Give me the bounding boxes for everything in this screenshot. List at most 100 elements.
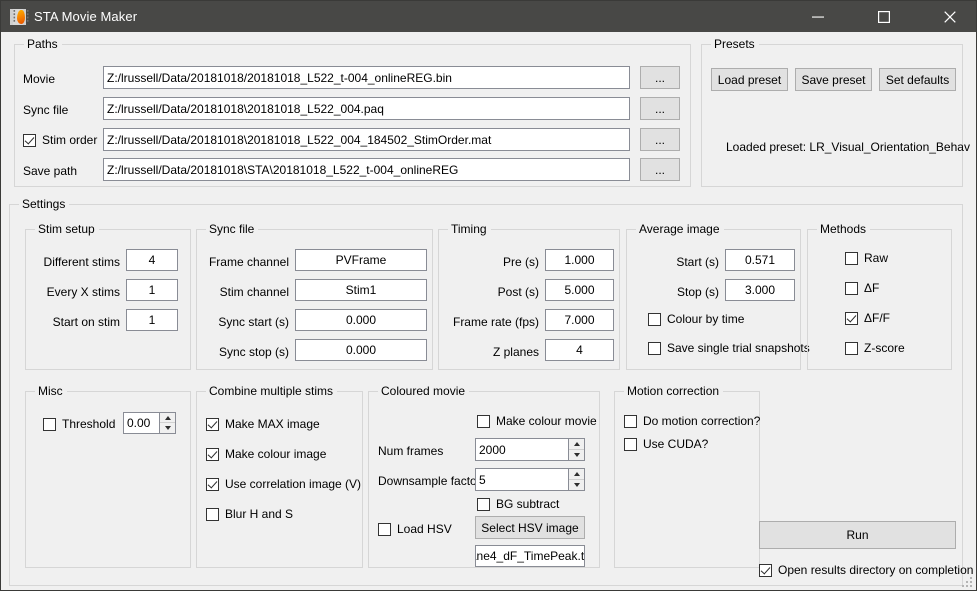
use-cuda-checkbox[interactable]: Use CUDA? xyxy=(624,437,708,451)
spin-up-icon[interactable] xyxy=(569,469,584,480)
motion-correction-group-title: Motion correction xyxy=(624,384,724,398)
threshold-value[interactable]: 0.00 xyxy=(124,413,159,433)
sync-stop-input[interactable]: 0.000 xyxy=(295,339,427,361)
save-single-trial-snapshots-label: Save single trial snapshots xyxy=(667,341,810,355)
avg-stop-input[interactable]: 3.000 xyxy=(725,279,795,301)
checkbox-box xyxy=(648,341,661,355)
method-dff-checkbox[interactable]: ΔF/F xyxy=(845,311,890,325)
sync-start-input[interactable]: 0.000 xyxy=(295,309,427,331)
bg-subtract-label: BG subtract xyxy=(496,497,560,511)
spin-down-icon[interactable] xyxy=(160,423,175,433)
bg-subtract-checkbox[interactable]: BG subtract xyxy=(477,497,559,511)
checkbox-box xyxy=(206,447,219,461)
downsample-factor-spinner[interactable]: 5 xyxy=(475,468,585,491)
stim-order-checkbox[interactable]: Stim order xyxy=(23,133,97,147)
num-frames-spinner[interactable]: 2000 xyxy=(475,438,585,461)
sync-file-path-input[interactable]: Z:/lrussell/Data/20181018\20181018_L522_… xyxy=(103,97,630,120)
methods-group-title: Methods xyxy=(817,222,871,236)
downsample-spin-buttons[interactable] xyxy=(568,469,584,490)
minimize-button[interactable] xyxy=(795,1,840,32)
movie-browse-button[interactable]: ... xyxy=(640,66,680,89)
sync-stop-label: Sync stop (s) xyxy=(218,345,289,359)
post-seconds-input[interactable]: 5.000 xyxy=(545,279,614,301)
stim-channel-label: Stim channel xyxy=(219,285,289,299)
set-defaults-button[interactable]: Set defaults xyxy=(879,68,956,91)
load-preset-button[interactable]: Load preset xyxy=(711,68,788,91)
spin-up-icon[interactable] xyxy=(569,439,584,450)
select-hsv-image-button[interactable]: Select HSV image xyxy=(475,516,585,539)
checkbox-box xyxy=(845,251,858,265)
timing-group-title: Timing xyxy=(448,222,491,236)
start-on-stim-input[interactable]: 1 xyxy=(126,309,178,331)
num-frames-value[interactable]: 2000 xyxy=(476,439,568,460)
frame-channel-label: Frame channel xyxy=(208,255,289,269)
frame-rate-input[interactable]: 7.000 xyxy=(545,309,614,331)
sync-file-browse-button[interactable]: ... xyxy=(640,97,680,120)
open-results-directory-checkbox[interactable]: Open results directory on completion xyxy=(759,563,973,577)
make-max-image-checkbox[interactable]: Make MAX image xyxy=(206,417,320,431)
threshold-spinner[interactable]: 0.00 xyxy=(123,412,176,434)
pre-seconds-input[interactable]: 1.000 xyxy=(545,249,614,271)
movie-label: Movie xyxy=(23,72,56,86)
sync-file-group-title: Sync file xyxy=(206,222,259,236)
movie-path-input[interactable]: Z:/lrussell/Data/20181018/20181018_L522_… xyxy=(103,66,630,89)
checkbox-box xyxy=(206,477,219,491)
maximize-button[interactable] xyxy=(861,1,906,32)
misc-group-title: Misc xyxy=(35,384,67,398)
stim-setup-group-title: Stim setup xyxy=(35,222,99,236)
window-title: STA Movie Maker xyxy=(34,9,138,24)
paths-group: Paths Movie Z:/lrussell/Data/20181018/20… xyxy=(14,37,691,187)
save-path-label: Save path xyxy=(23,164,78,178)
checkbox-box xyxy=(648,312,661,326)
z-planes-input[interactable]: 4 xyxy=(545,339,614,361)
loaded-preset-text: Loaded preset: LR_Visual_Orientation_Beh… xyxy=(726,140,970,154)
num-frames-spin-buttons[interactable] xyxy=(568,439,584,460)
checkbox-box xyxy=(206,417,219,431)
resize-grip[interactable] xyxy=(960,575,972,587)
colour-by-time-checkbox[interactable]: Colour by time xyxy=(648,312,744,326)
downsample-factor-value[interactable]: 5 xyxy=(476,469,568,490)
save-single-trial-snapshots-checkbox[interactable]: Save single trial snapshots xyxy=(648,341,810,355)
spin-down-icon[interactable] xyxy=(569,479,584,490)
frame-channel-input[interactable]: PVFrame xyxy=(295,249,427,271)
checkbox-box xyxy=(759,563,772,577)
load-hsv-checkbox[interactable]: Load HSV xyxy=(378,522,452,536)
stim-order-path-input[interactable]: Z:/lrussell/Data/20181018\20181018_L522_… xyxy=(103,128,630,151)
every-x-stims-label: Every X stims xyxy=(46,285,120,299)
pre-seconds-label: Pre (s) xyxy=(503,255,539,269)
avg-start-input[interactable]: 0.571 xyxy=(725,249,795,271)
do-motion-correction-checkbox[interactable]: Do motion correction? xyxy=(624,414,760,428)
hsv-image-path-input[interactable]: ane4_dF_TimePeak.tif xyxy=(475,545,585,567)
make-colour-movie-checkbox[interactable]: Make colour movie xyxy=(477,414,597,428)
make-colour-image-checkbox[interactable]: Make colour image xyxy=(206,447,326,461)
stim-order-browse-button[interactable]: ... xyxy=(640,128,680,151)
spin-down-icon[interactable] xyxy=(569,449,584,460)
method-raw-label: Raw xyxy=(864,251,889,265)
different-stims-input[interactable]: 4 xyxy=(126,249,178,271)
threshold-checkbox[interactable]: Threshold xyxy=(43,417,115,431)
save-path-browse-button[interactable]: ... xyxy=(640,158,680,181)
method-df-checkbox[interactable]: ΔF xyxy=(845,281,879,295)
settings-group-title: Settings xyxy=(19,197,70,211)
checkbox-box xyxy=(23,133,36,147)
use-correlation-image-checkbox[interactable]: Use correlation image (V) xyxy=(206,477,361,491)
save-path-input[interactable]: Z:/lrussell/Data/20181018\STA\20181018_L… xyxy=(103,158,630,181)
minimize-icon xyxy=(811,16,824,18)
method-zscore-checkbox[interactable]: Z-score xyxy=(845,341,905,355)
run-button[interactable]: Run xyxy=(759,521,956,549)
close-button[interactable] xyxy=(927,1,972,32)
load-hsv-label: Load HSV xyxy=(397,522,452,536)
every-x-stims-input[interactable]: 1 xyxy=(126,279,178,301)
do-motion-correction-label: Do motion correction? xyxy=(643,414,761,428)
flame-icon xyxy=(17,9,25,24)
save-preset-button[interactable]: Save preset xyxy=(795,68,872,91)
method-raw-checkbox[interactable]: Raw xyxy=(845,251,888,265)
spin-up-icon[interactable] xyxy=(160,413,175,423)
stim-channel-input[interactable]: Stim1 xyxy=(295,279,427,301)
post-seconds-label: Post (s) xyxy=(497,285,539,299)
checkbox-box xyxy=(206,507,219,521)
downsample-factor-label: Downsample factor xyxy=(378,474,481,488)
blur-h-and-s-checkbox[interactable]: Blur H and S xyxy=(206,507,293,521)
make-max-image-label: Make MAX image xyxy=(225,417,320,431)
threshold-spin-buttons[interactable] xyxy=(159,413,175,433)
